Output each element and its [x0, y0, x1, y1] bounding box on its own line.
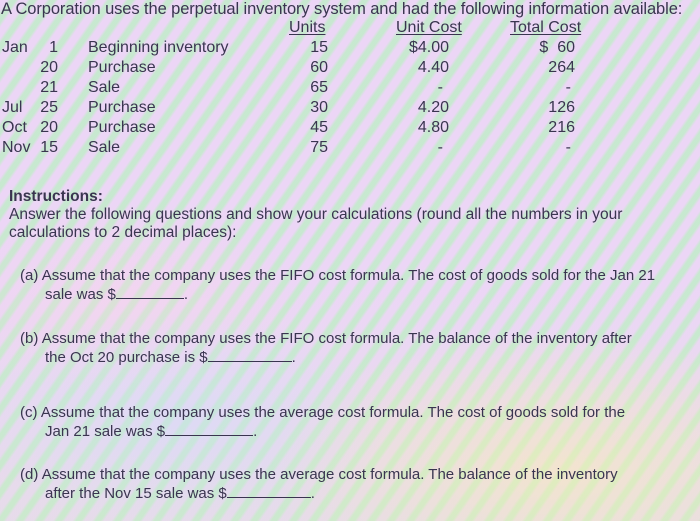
- row-total-cost: -: [565, 139, 571, 156]
- question-label: (a): [20, 267, 39, 284]
- header-unit-cost: Unit Cost: [396, 19, 462, 36]
- row-unit-cost: 4.40: [417, 59, 449, 76]
- row-month: Oct: [2, 119, 27, 136]
- row-month: Nov: [2, 139, 31, 156]
- question-suffix: .: [253, 423, 258, 440]
- question-b: (b) Assume that the company uses the FIF…: [20, 330, 690, 367]
- row-day: 21: [40, 79, 58, 96]
- row-unit-cost: -: [437, 79, 443, 96]
- answer-blank[interactable]: [115, 285, 184, 299]
- row-month: Jul: [2, 99, 23, 116]
- row-total-cost: $ 60: [539, 39, 575, 56]
- row-day: 20: [40, 119, 58, 136]
- question-a: (a) Assume that the company uses the FIF…: [20, 267, 690, 304]
- header-units: Units: [289, 19, 326, 36]
- document-page: A Corporation uses the perpetual invento…: [0, 0, 700, 521]
- row-day: 15: [40, 139, 58, 156]
- row-unit-cost: 4.20: [417, 99, 449, 116]
- answer-blank[interactable]: [165, 422, 254, 436]
- question-text: Assume that the company uses the average…: [40, 404, 626, 421]
- question-text-cont: after the Nov 15 sale was $: [45, 485, 227, 502]
- question-text-cont: sale was $: [45, 286, 116, 303]
- question-label: (b): [20, 330, 39, 347]
- question-text: Assume that the company uses the FIFO co…: [41, 330, 632, 347]
- row-unit-cost: 4.80: [417, 119, 449, 136]
- row-unit-cost: -: [437, 139, 443, 156]
- question-d: (d) Assume that the company uses the ave…: [20, 466, 690, 503]
- question-suffix: .: [310, 485, 315, 502]
- question-text-cont: the Oct 20 purchase is $: [45, 349, 208, 366]
- row-description: Purchase: [88, 59, 156, 76]
- question-suffix: .: [183, 286, 189, 303]
- row-description: Beginning inventory: [88, 39, 229, 56]
- row-description: Sale: [88, 79, 121, 96]
- row-month: Jan: [2, 39, 28, 56]
- instructions-heading: Instructions:: [9, 188, 103, 205]
- row-unit-cost: $4.00: [408, 39, 449, 56]
- row-day: 20: [40, 59, 58, 76]
- row-day: 1: [49, 39, 58, 56]
- row-units: 75: [310, 139, 328, 156]
- problem-title: A Corporation uses the perpetual invento…: [1, 0, 683, 18]
- question-c: (c) Assume that the company uses the ave…: [20, 404, 690, 441]
- row-total-cost: 264: [548, 59, 575, 76]
- instructions-body: Answer the following questions and show …: [9, 206, 623, 241]
- row-units: 65: [310, 79, 328, 96]
- row-day: 25: [40, 99, 58, 116]
- question-label: (d): [20, 466, 39, 483]
- row-units: 60: [310, 59, 328, 76]
- row-units: 45: [310, 119, 328, 136]
- row-description: Purchase: [88, 119, 156, 136]
- row-description: Sale: [88, 139, 121, 156]
- row-description: Purchase: [88, 99, 156, 116]
- question-text: Assume that the company uses the average…: [41, 466, 618, 483]
- row-units: 30: [310, 99, 328, 116]
- row-total-cost: 126: [548, 99, 575, 116]
- question-suffix: .: [291, 349, 296, 366]
- question-text-cont: Jan 21 sale was $: [45, 423, 166, 440]
- answer-blank[interactable]: [226, 484, 311, 498]
- row-total-cost: -: [565, 79, 571, 96]
- question-label: (c): [20, 404, 38, 421]
- answer-blank[interactable]: [207, 348, 292, 362]
- row-total-cost: 216: [548, 119, 575, 136]
- header-total-cost: Total Cost: [510, 19, 582, 36]
- row-units: 15: [310, 39, 328, 56]
- question-text: Assume that the company uses the FIFO co…: [41, 267, 656, 284]
